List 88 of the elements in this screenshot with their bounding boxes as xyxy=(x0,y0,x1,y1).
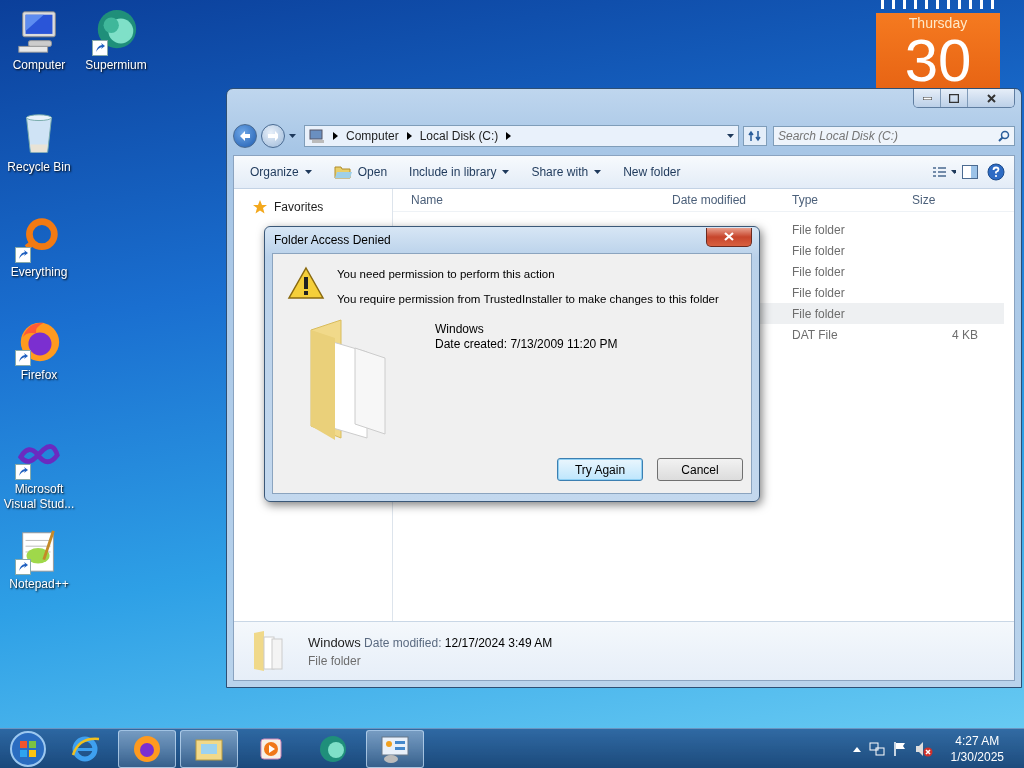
breadcrumb[interactable]: Local Disk (C:) xyxy=(419,129,499,143)
up-arrow-icon xyxy=(852,746,861,752)
address-bar[interactable]: Computer Local Disk (C:) xyxy=(304,125,739,147)
weekday-label: Thursday xyxy=(908,15,968,31)
desktop-icon-label[interactable]: Supermium xyxy=(78,58,154,73)
maximize-button[interactable] xyxy=(941,89,968,107)
help-button[interactable] xyxy=(984,161,1008,183)
table-cell-text: DAT File xyxy=(792,327,839,342)
desktop-icon-label[interactable]: Everything xyxy=(1,265,77,280)
toolbar-button[interactable]: Open xyxy=(323,160,398,184)
volume-button[interactable] xyxy=(914,741,933,757)
sphere-logo-icon xyxy=(317,733,349,765)
star-icon xyxy=(252,199,268,215)
desktop-icon-label[interactable]: Microsoft Visual Stud... xyxy=(1,482,77,512)
table-cell-text: File folder xyxy=(792,243,846,258)
back-button[interactable] xyxy=(233,124,257,148)
computer-icon xyxy=(309,129,325,143)
table-cell-text: File folder xyxy=(792,306,846,321)
refresh-button[interactable] xyxy=(743,126,767,146)
flag-icon xyxy=(892,741,907,757)
column-header[interactable]: Date modified xyxy=(672,193,792,207)
clock[interactable]: 4:27 AM 1/30/2025 xyxy=(950,733,1004,765)
network-icon xyxy=(868,741,885,757)
search-field[interactable]: Search Local Disk (C:) xyxy=(773,126,1015,146)
left-arrow-icon xyxy=(240,131,250,141)
close-button[interactable] xyxy=(706,227,752,247)
restore-icon xyxy=(949,93,959,103)
network-button[interactable] xyxy=(868,741,885,757)
table-cell-text: File folder xyxy=(792,285,846,300)
refresh-icon xyxy=(748,130,762,142)
column-header[interactable]: Size xyxy=(912,193,978,207)
preview-pane-icon xyxy=(962,165,978,179)
date-created: Date created: 7/13/2009 11:20 PM xyxy=(435,337,618,351)
taskbar-button[interactable] xyxy=(118,730,176,768)
details-view-icon xyxy=(932,166,956,178)
taskbar-button[interactable] xyxy=(366,730,424,768)
table-cell-text: File folder xyxy=(792,222,846,237)
file-type: File folder xyxy=(308,653,362,668)
column-header[interactable]: Name xyxy=(411,193,672,207)
close-icon xyxy=(986,93,996,103)
chevron-icon xyxy=(506,132,512,140)
breadcrumb[interactable]: Computer xyxy=(346,129,399,143)
table-cell-text: 4 KB xyxy=(951,327,978,342)
date-modified-value: 12/17/2024 3:49 AM xyxy=(444,635,553,650)
desktop-icon-label[interactable]: Computer xyxy=(1,58,77,73)
nav-item[interactable]: Favorites xyxy=(274,200,324,214)
tray-expand-button[interactable] xyxy=(852,746,861,752)
day-number: 30 xyxy=(904,31,972,91)
close-button[interactable] xyxy=(968,89,1014,107)
close-icon xyxy=(724,232,734,241)
caret-icon xyxy=(727,134,734,138)
chevron-icon xyxy=(333,132,338,140)
search-icon xyxy=(998,130,1010,142)
desktop-icon-label[interactable]: Firefox xyxy=(1,368,77,383)
dialog-message: You require permission from TrustedInstaller to make changes to this folder xyxy=(337,293,720,307)
caret-icon xyxy=(502,170,510,174)
dialog-title: Folder Access Denied xyxy=(273,233,391,247)
caret-icon xyxy=(289,134,296,138)
date-modified-label: Date modified: xyxy=(364,635,442,650)
column-header[interactable]: Type xyxy=(792,193,912,207)
toolbar-button[interactable]: New folder xyxy=(613,160,691,184)
folder-name: Windows xyxy=(435,322,485,336)
toolbar-button[interactable]: Share with xyxy=(521,160,612,184)
caret-icon xyxy=(304,170,312,174)
clock-time: 4:27 AM xyxy=(955,733,1000,749)
dialog-button[interactable]: Cancel xyxy=(657,458,743,481)
minimize-icon xyxy=(922,96,932,100)
control-panel-icon xyxy=(379,733,411,765)
chevron-icon xyxy=(406,132,412,140)
open-folder-icon xyxy=(333,165,352,179)
right-arrow-icon xyxy=(268,131,278,141)
forward-button[interactable] xyxy=(261,124,285,148)
dialog-heading: You need permission to perform this action xyxy=(337,267,556,282)
table-cell-text: File folder xyxy=(792,264,846,279)
action-center-button[interactable] xyxy=(892,741,907,757)
taskbar-button[interactable] xyxy=(180,730,238,768)
warning-icon xyxy=(287,266,325,300)
toolbar-button[interactable]: Organize xyxy=(240,160,322,184)
muted-speaker-icon xyxy=(914,741,933,757)
caret-icon xyxy=(594,170,602,174)
toolbar-button[interactable]: Include in library xyxy=(399,160,520,184)
help-icon xyxy=(987,163,1005,181)
folder-icon xyxy=(252,629,286,673)
desktop-icon-label[interactable]: Recycle Bin xyxy=(1,160,77,175)
file-name: Windows xyxy=(308,634,361,650)
clock-date: 1/30/2025 xyxy=(950,749,1004,765)
fox-globe-icon xyxy=(131,733,163,765)
dialog-button[interactable]: Try Again xyxy=(557,458,643,481)
